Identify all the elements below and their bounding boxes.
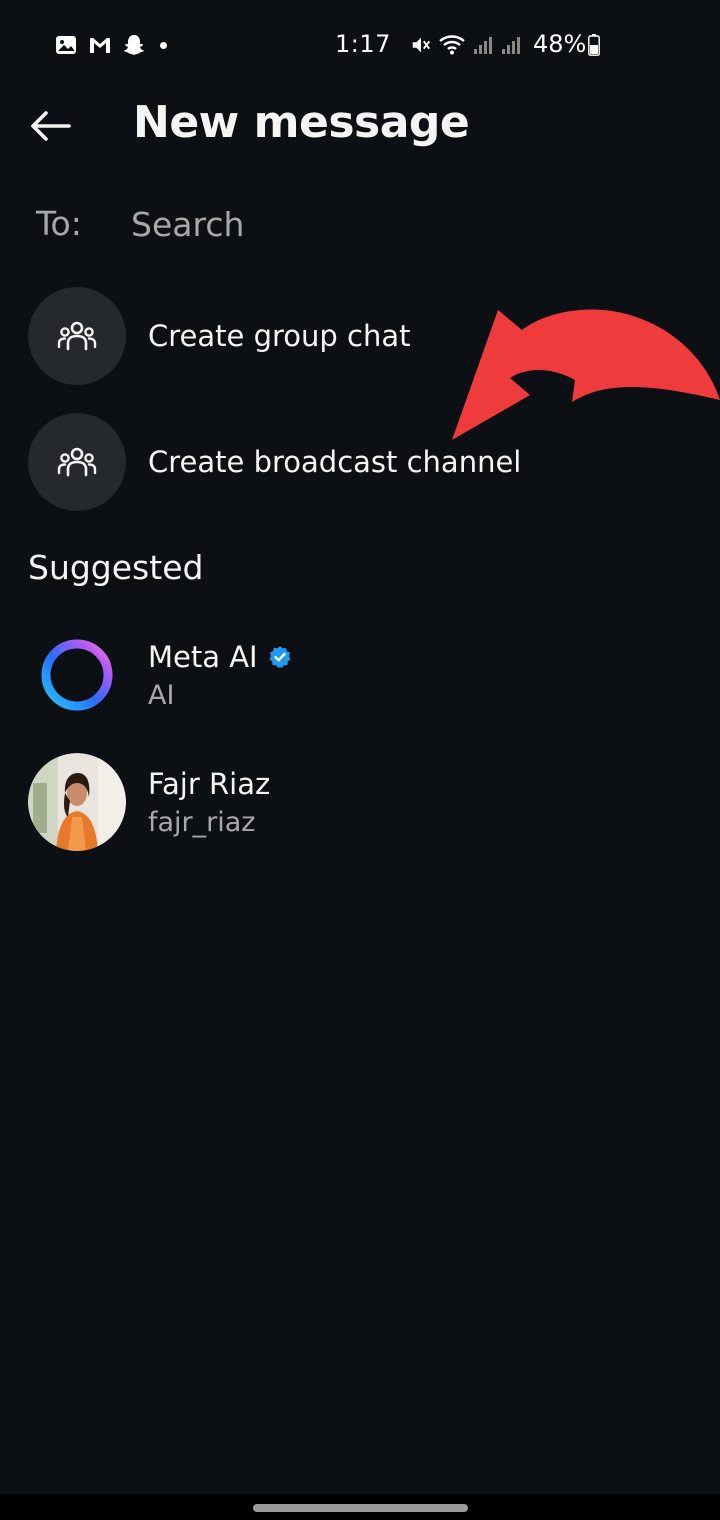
back-button[interactable] xyxy=(22,100,78,152)
mute-icon xyxy=(412,37,430,53)
suggested-heading: Suggested xyxy=(28,548,204,587)
group-icon-circle xyxy=(28,413,126,511)
group-icon xyxy=(57,321,97,351)
status-time: 1:17 xyxy=(335,30,391,58)
create-group-chat-label: Create group chat xyxy=(148,319,411,353)
suggested-item-meta-ai[interactable]: Meta AI AI xyxy=(28,625,688,725)
search-input[interactable] xyxy=(131,198,671,250)
snapchat-icon xyxy=(124,35,144,55)
notification-dot xyxy=(160,41,167,49)
back-arrow-icon xyxy=(31,111,71,141)
suggested-name: Meta AI xyxy=(148,639,258,674)
to-label: To: xyxy=(36,204,82,243)
group-icon xyxy=(57,447,97,477)
red-arrow-annotation xyxy=(452,309,720,440)
home-indicator[interactable] xyxy=(253,1504,468,1512)
suggested-subtitle: fajr_riaz xyxy=(148,806,256,838)
group-icon-circle xyxy=(28,287,126,385)
suggested-item-fajr-riaz[interactable]: Fajr Riaz fajr_riaz xyxy=(28,752,688,852)
status-bar-notification-icons xyxy=(54,33,167,57)
meta-ai-ring-icon xyxy=(41,639,113,711)
battery-percentage: 48% xyxy=(533,30,587,58)
battery-icon xyxy=(588,34,600,56)
signal-icon xyxy=(474,37,492,54)
status-bar: 1:17 48% xyxy=(0,0,720,90)
suggested-item-text: Meta AI AI xyxy=(148,640,292,711)
status-bar-system-icons xyxy=(410,34,522,56)
suggested-item-text: Fajr Riaz fajr_riaz xyxy=(148,767,270,838)
page-title: New message xyxy=(133,97,470,148)
verified-badge-icon xyxy=(269,645,291,668)
profile-photo xyxy=(28,753,126,851)
create-broadcast-channel-label: Create broadcast channel xyxy=(148,445,522,479)
suggested-subtitle: AI xyxy=(148,679,175,711)
suggested-name: Fajr Riaz xyxy=(148,766,271,801)
gmail-icon xyxy=(90,38,110,53)
avatar xyxy=(28,753,126,851)
gallery-icon xyxy=(56,36,76,54)
suggested-name-line: Meta AI xyxy=(148,640,292,674)
signal-icon xyxy=(502,37,520,54)
wifi-icon xyxy=(439,35,465,55)
avatar xyxy=(28,626,126,724)
